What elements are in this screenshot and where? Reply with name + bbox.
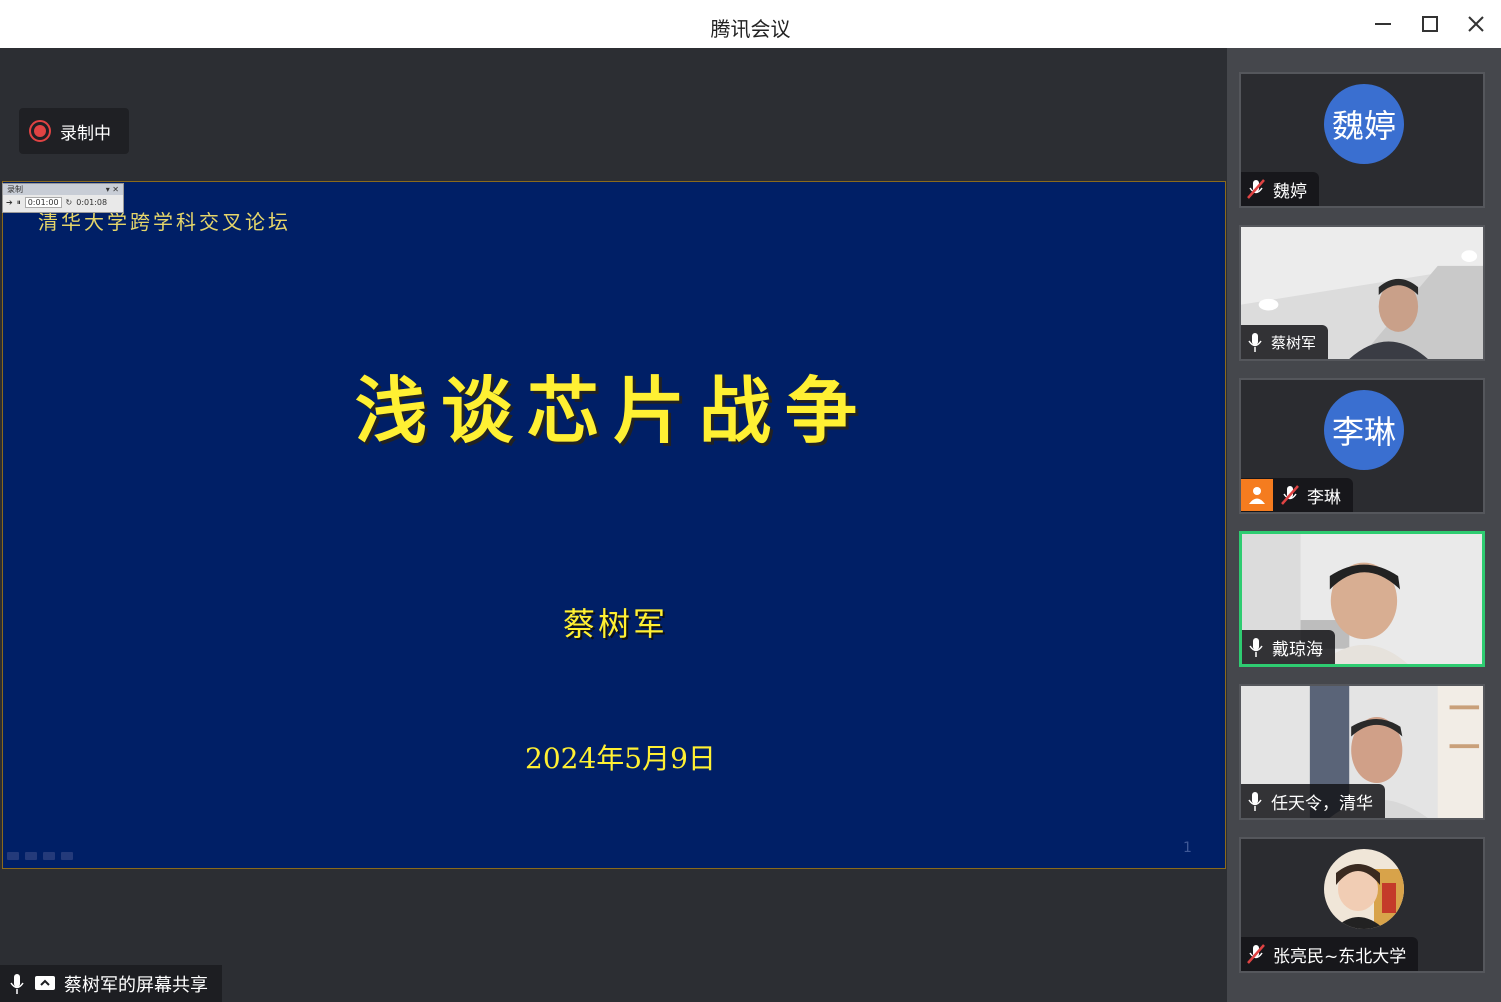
participant-tile-speaking[interactable]: 戴琼海 xyxy=(1239,531,1485,667)
participant-tile[interactable]: 魏婷 魏婷 xyxy=(1239,72,1485,208)
participant-name: 魏婷 xyxy=(1273,181,1307,202)
minimize-icon xyxy=(1375,23,1391,25)
microphone-icon xyxy=(1248,792,1262,811)
slide-date: 2024年5月9日 xyxy=(525,742,716,775)
window-titlebar: 腾讯会议 xyxy=(0,0,1501,49)
maximize-icon xyxy=(1422,16,1438,32)
host-icon xyxy=(1241,479,1273,511)
muted-microphone-icon xyxy=(1247,944,1265,964)
participant-tile[interactable]: 李琳 李琳 xyxy=(1239,378,1485,514)
presentation-slide: 清华大学跨学科交叉论坛 浅谈芯片战争 蔡树军 2024年5月9日 1 xyxy=(2,181,1226,869)
minimize-button[interactable] xyxy=(1369,10,1397,38)
participant-tile[interactable]: 任天令，清华 xyxy=(1239,684,1485,820)
participant-avatar-photo xyxy=(1324,849,1404,929)
participant-name-tag: 蔡树军 xyxy=(1241,325,1329,359)
participant-tile[interactable]: 张亮民~东北大学 xyxy=(1239,837,1485,973)
participant-name: 张亮民~东北大学 xyxy=(1273,946,1407,967)
participant-name-tag: 李琳 xyxy=(1241,478,1353,512)
ppt-elapsed-time: 0:01:00 xyxy=(24,197,62,208)
ppt-toolbar-title: 录制 xyxy=(7,185,23,194)
microphone-icon xyxy=(6,973,28,994)
ppt-repeat-icon[interactable]: ↻ xyxy=(66,198,73,207)
participant-name: 任天令，清华 xyxy=(1271,793,1373,814)
ppt-toolbar-header: 录制 ▾ ✕ xyxy=(3,184,123,195)
close-button[interactable] xyxy=(1462,10,1490,38)
participant-name-tag: 戴琼海 xyxy=(1242,630,1335,664)
next-slide-icon[interactable] xyxy=(61,852,73,860)
slide-navigation-tools[interactable] xyxy=(7,852,73,860)
screen-share-text: 蔡树军的屏幕共享 xyxy=(64,974,208,996)
muted-microphone-icon xyxy=(1281,485,1299,505)
slide-speaker: 蔡树军 xyxy=(563,605,669,643)
screen-share-icon xyxy=(34,975,56,992)
participant-name-tag: 张亮民~东北大学 xyxy=(1241,937,1419,971)
ppt-recording-toolbar[interactable]: 录制 ▾ ✕ ➔ ⏸ 0:01:00 ↻ 0:01:08 xyxy=(2,183,124,213)
participant-name: 蔡树军 xyxy=(1271,333,1317,352)
participant-avatar: 魏婷 xyxy=(1324,84,1404,164)
participant-name-tag: 任天令，清华 xyxy=(1241,784,1385,818)
ppt-toolbar-row: ➔ ⏸ 0:01:00 ↻ 0:01:08 xyxy=(3,195,123,210)
ppt-total-time: 0:01:08 xyxy=(76,198,108,207)
ppt-pause-icon[interactable]: ⏸ xyxy=(17,198,21,208)
participant-name: 李琳 xyxy=(1307,487,1341,508)
participant-avatar: 李琳 xyxy=(1324,390,1404,470)
recording-label: 录制中 xyxy=(60,123,111,144)
pen-icon[interactable] xyxy=(25,852,37,860)
muted-microphone-icon xyxy=(1247,179,1265,199)
slide-title: 浅谈芯片战争 xyxy=(355,368,872,453)
participant-name: 戴琼海 xyxy=(1272,639,1323,660)
recording-badge[interactable]: 录制中 xyxy=(19,108,129,154)
ppt-toolbar-close-icon[interactable]: ▾ ✕ xyxy=(106,185,119,194)
ppt-next-icon[interactable]: ➔ xyxy=(6,198,13,207)
microphone-icon xyxy=(1249,638,1263,657)
slide-page-number: 1 xyxy=(1183,840,1192,856)
participant-tile[interactable]: 蔡树军 xyxy=(1239,225,1485,361)
screen-share-label: 蔡树军的屏幕共享 xyxy=(0,965,222,1002)
maximize-button[interactable] xyxy=(1416,10,1444,38)
participant-name-tag: 魏婷 xyxy=(1241,172,1319,206)
participant-sidebar: 魏婷 魏婷 蔡树军 李琳 李琳 戴琼海 任天令，清华 张亮民~东北大学 xyxy=(1227,48,1501,1002)
microphone-icon xyxy=(1248,333,1262,352)
close-icon xyxy=(1468,16,1484,32)
slide-menu-icon[interactable] xyxy=(43,852,55,860)
previous-slide-icon[interactable] xyxy=(7,852,19,860)
recording-icon xyxy=(29,120,51,142)
window-title: 腾讯会议 xyxy=(710,17,791,41)
